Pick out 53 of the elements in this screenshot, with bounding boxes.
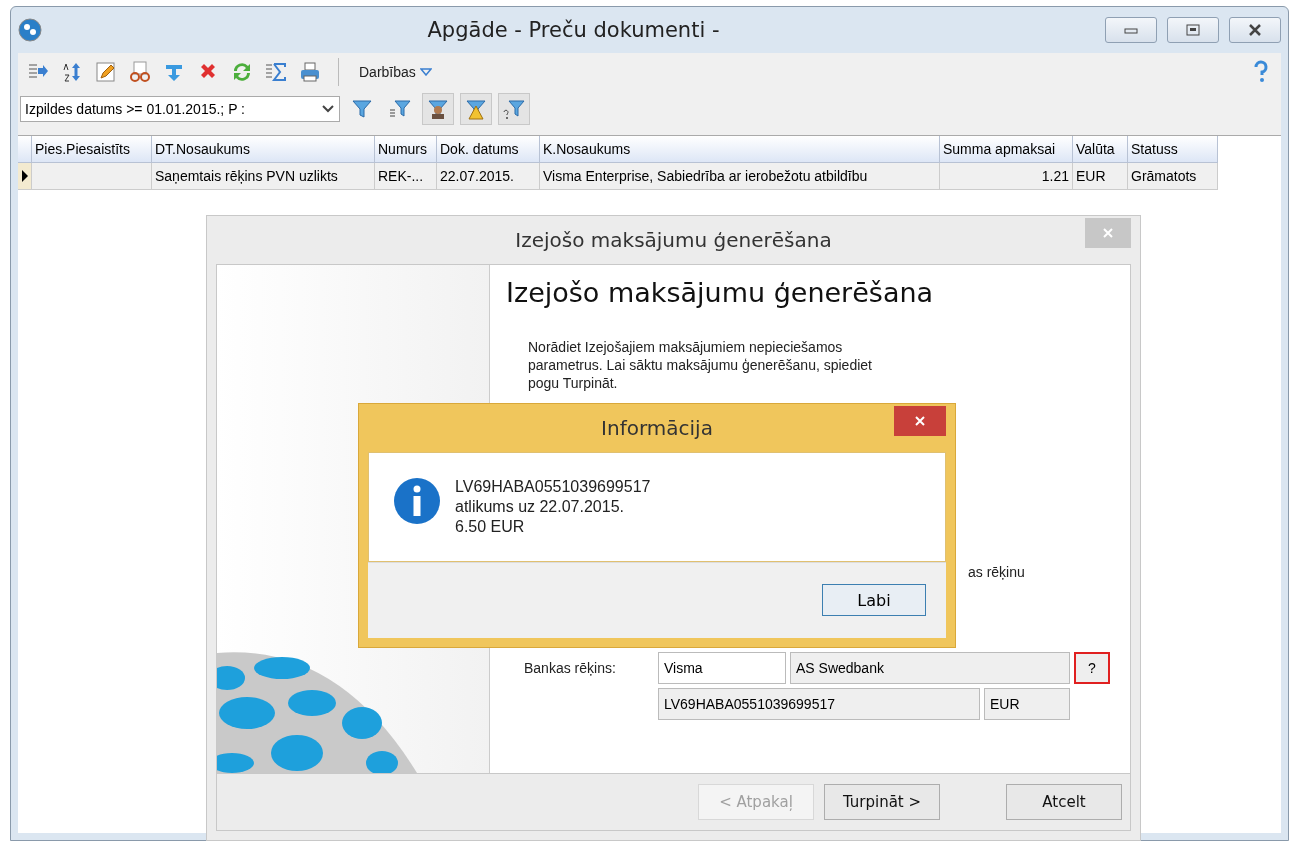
close-icon	[914, 415, 926, 427]
filter-dropdown[interactable]: Izpildes datums >= 01.01.2015.; P :	[20, 96, 340, 122]
column-header[interactable]: Pies.Piesaistīts	[32, 136, 152, 163]
currency-field[interactable]: EUR	[984, 688, 1070, 720]
caret-icon	[419, 68, 432, 76]
bank-code-field[interactable]: Visma	[658, 652, 786, 684]
filter-user-icon[interactable]	[422, 93, 454, 125]
column-header[interactable]: Summa apmaksai	[940, 136, 1073, 163]
column-header[interactable]: Numurs	[375, 136, 437, 163]
wizard-description: Norādiet Izejošajiem maksājumiem nepieciešamos parametrus. Lai sāktu maksājumu ģenerēšanu, spiediet pogu Turpināt.	[528, 338, 873, 392]
filter-warning-icon[interactable]	[460, 93, 492, 125]
bank-account-label: Bankas rēķins:	[524, 660, 617, 676]
bank-name-field[interactable]: AS Swedbank	[790, 652, 1070, 684]
table-cell: Saņemtais rēķins PVN uzlikts	[152, 163, 375, 190]
column-header[interactable]: Dok. datums	[437, 136, 540, 163]
message-text: atlikums uz 22.07.2015.	[455, 496, 625, 517]
column-header[interactable]: DT.Nosaukums	[152, 136, 375, 163]
wizard-heading: Izejošo maksājumu ģenerēšana	[506, 277, 935, 308]
minimize-button[interactable]	[1105, 17, 1157, 43]
close-icon	[1102, 227, 1114, 239]
table-cell: Visma Enterprise, Sabiedrība ar ierobežotu atbildību	[540, 163, 940, 190]
close-button[interactable]	[1229, 17, 1281, 43]
table-cell: REK-...	[375, 163, 437, 190]
wizard-button[interactable]: Turpināt >	[824, 784, 940, 820]
maximize-icon	[1186, 24, 1200, 36]
ok-button[interactable]: Labi	[822, 584, 926, 617]
header-corner	[18, 136, 32, 163]
partial-label: as rēķinu	[968, 564, 1026, 580]
row-indicator[interactable]	[18, 163, 32, 190]
info-icon	[393, 476, 441, 525]
column-header[interactable]: K.Nosaukums	[540, 136, 940, 163]
message-text: LV69HABA0551039699517	[455, 476, 651, 497]
table-cell: 22.07.2015.	[437, 163, 540, 190]
lookup-button[interactable]: ?	[1074, 652, 1110, 684]
close-button[interactable]	[894, 406, 946, 436]
wizard-button[interactable]: Atcelt	[1006, 784, 1122, 820]
chevron-icon	[321, 104, 335, 114]
app-globe-icon	[18, 18, 42, 42]
close-icon	[1248, 24, 1262, 36]
table-cell: Grāmatots	[1128, 163, 1218, 190]
table-cell: EUR	[1073, 163, 1128, 190]
actions-menu[interactable]: Darbības	[353, 63, 438, 81]
message-text: 6.50 EUR	[455, 516, 526, 537]
table-cell: 1.21	[940, 163, 1073, 190]
minimize-icon	[1124, 26, 1138, 34]
window-title: Apgāde - Preču dokumenti -	[426, 18, 721, 42]
iban-field[interactable]: LV69HABA0551039699517	[658, 688, 980, 720]
dialog-title: Informācija	[600, 415, 714, 440]
dialog-title: Izejošo maksājumu ģenerēšana	[514, 228, 833, 252]
filter-question-icon[interactable]	[498, 93, 530, 125]
column-header[interactable]: Valūta	[1073, 136, 1128, 163]
maximize-button[interactable]	[1167, 17, 1219, 43]
column-header[interactable]: Statuss	[1128, 136, 1218, 163]
